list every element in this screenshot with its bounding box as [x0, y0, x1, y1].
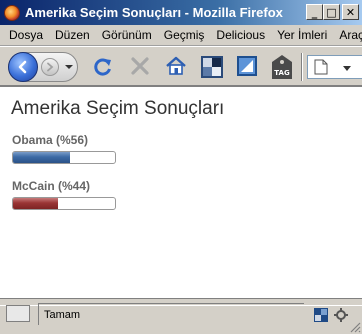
- stop-icon[interactable]: [130, 56, 150, 76]
- status-bar: Tamam: [0, 298, 362, 334]
- firefox-logo-icon: [4, 4, 20, 21]
- close-button[interactable]: ✕: [342, 4, 359, 20]
- resize-grip-icon[interactable]: [349, 321, 361, 333]
- status-text: Tamam: [44, 309, 81, 321]
- menu-edit[interactable]: Düzen: [49, 28, 96, 42]
- menu-tools[interactable]: Araçla: [333, 28, 362, 42]
- menu-file[interactable]: Dosya: [0, 28, 49, 42]
- navigation-toolbar: TAG: [0, 46, 362, 86]
- close-icon: ✕: [345, 5, 356, 19]
- bookmark-icon[interactable]: [200, 55, 224, 79]
- title-bar: Amerika Seçim Sonuçları - Mozilla Firefo…: [0, 0, 362, 25]
- page-icon: [314, 59, 328, 75]
- back-forward-group: [8, 52, 78, 82]
- history-dropdown-button[interactable]: [64, 62, 74, 72]
- page-title: Amerika Seçim Sonuçları: [11, 98, 225, 119]
- obama-result-label: Obama (%56): [12, 133, 89, 147]
- maximize-button[interactable]: □: [323, 4, 340, 20]
- reload-icon[interactable]: [92, 56, 114, 78]
- back-icon: [18, 60, 27, 74]
- menu-history[interactable]: Geçmiş: [158, 28, 211, 42]
- window-title: Amerika Seçim Sonuçları - Mozilla Firefo…: [25, 5, 283, 20]
- obama-progress-fill: [13, 152, 71, 163]
- mccain-progress-bar: [12, 197, 116, 210]
- status-panel-icon: [6, 305, 30, 322]
- toolbar-separator: [301, 53, 303, 81]
- minimize-icon: _: [311, 5, 318, 19]
- menu-view[interactable]: Görünüm: [96, 28, 158, 42]
- page-info-icon[interactable]: [236, 55, 258, 77]
- mccain-progress-fill: [13, 198, 58, 209]
- menu-delicious[interactable]: Delicious: [210, 28, 271, 42]
- home-icon[interactable]: [165, 55, 187, 77]
- menu-bookmarks[interactable]: Yer İmleri: [271, 28, 333, 42]
- page-content: Amerika Seçim Sonuçları Obama (%56) McCa…: [0, 86, 362, 298]
- forward-button[interactable]: [41, 58, 59, 76]
- mccain-result-label: McCain (%44): [12, 179, 91, 193]
- maximize-icon: □: [326, 5, 337, 19]
- dropdown-arrow-icon[interactable]: [340, 61, 354, 75]
- forward-icon: [47, 62, 54, 72]
- history-dropdown-icon: [65, 65, 73, 69]
- settings-gear-icon[interactable]: [334, 308, 348, 322]
- back-button[interactable]: [8, 52, 38, 82]
- extension-icon[interactable]: [314, 308, 328, 322]
- url-bar[interactable]: [307, 55, 362, 79]
- tag-label: TAG: [274, 69, 290, 77]
- minimize-button[interactable]: _: [306, 4, 323, 20]
- obama-progress-bar: [12, 151, 116, 164]
- menu-bar: Dosya Düzen Görünüm Geçmiş Delicious Yer…: [0, 25, 362, 46]
- tag-icon[interactable]: TAG: [270, 54, 294, 80]
